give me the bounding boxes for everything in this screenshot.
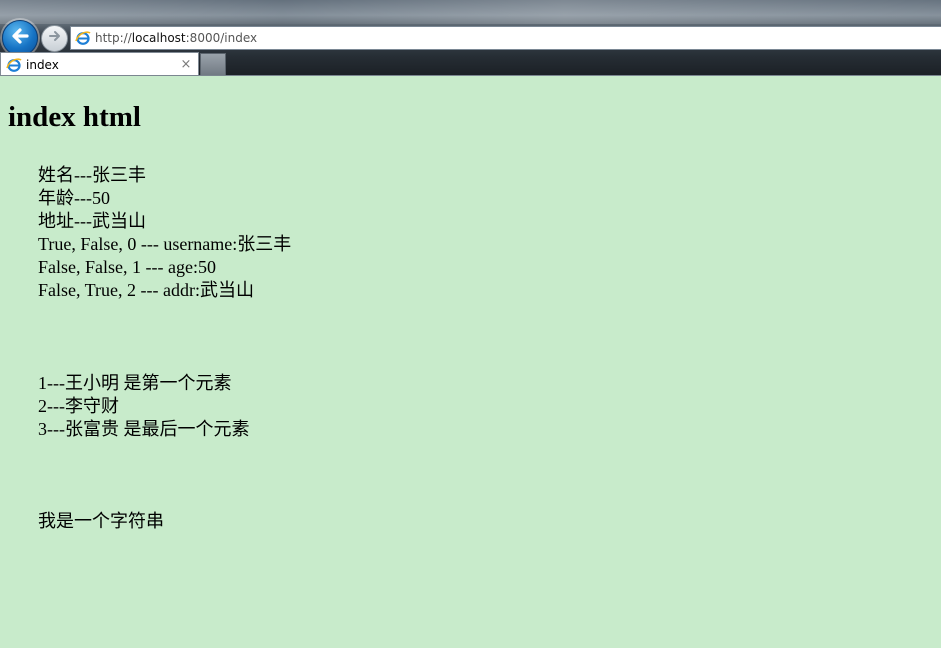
ie-page-icon — [75, 30, 91, 46]
people-line: 2---李守财 — [38, 396, 119, 416]
people-list: 1---王小明 是第一个元素 2---李守财 3---张富贵 是最后一个元素 — [38, 372, 249, 441]
forward-button[interactable] — [41, 25, 68, 52]
user-info-list: 姓名---张三丰 年龄---50 地址---武当山 True, False, 0… — [38, 164, 291, 302]
browser-chrome: http://localhost:8000/index index × — [0, 0, 941, 76]
arrow-left-icon — [9, 25, 31, 52]
tab-title: index — [26, 57, 59, 72]
url-text[interactable]: http://localhost:8000/index — [95, 31, 257, 45]
people-line: 3---张富贵 是最后一个元素 — [38, 419, 250, 439]
user-line: 地址---武当山 — [38, 211, 146, 231]
address-bar[interactable]: http://localhost:8000/index — [70, 26, 941, 50]
ie-tab-icon — [6, 57, 22, 73]
new-tab-button[interactable] — [200, 53, 226, 76]
arrow-right-icon — [47, 28, 63, 49]
close-tab-icon[interactable]: × — [178, 57, 194, 72]
page-heading: index html — [8, 101, 141, 133]
user-line: 姓名---张三丰 — [38, 165, 146, 185]
user-line: True, False, 0 --- username:张三丰 — [38, 234, 292, 254]
tab-index[interactable]: index × — [0, 52, 199, 76]
people-line: 1---王小明 是第一个元素 — [38, 373, 232, 393]
back-button[interactable] — [2, 20, 38, 56]
tab-strip: index × — [0, 52, 941, 76]
page-content: index html 姓名---张三丰 年龄---50 地址---武当山 Tru… — [0, 76, 941, 648]
string-block: 我是一个字符串 — [38, 510, 164, 533]
string-line: 我是一个字符串 — [38, 511, 164, 531]
window-title-bar — [0, 0, 941, 24]
user-line: 年龄---50 — [38, 188, 110, 208]
user-line: False, True, 2 --- addr:武当山 — [38, 280, 254, 300]
user-line: False, False, 1 --- age:50 — [38, 257, 216, 277]
